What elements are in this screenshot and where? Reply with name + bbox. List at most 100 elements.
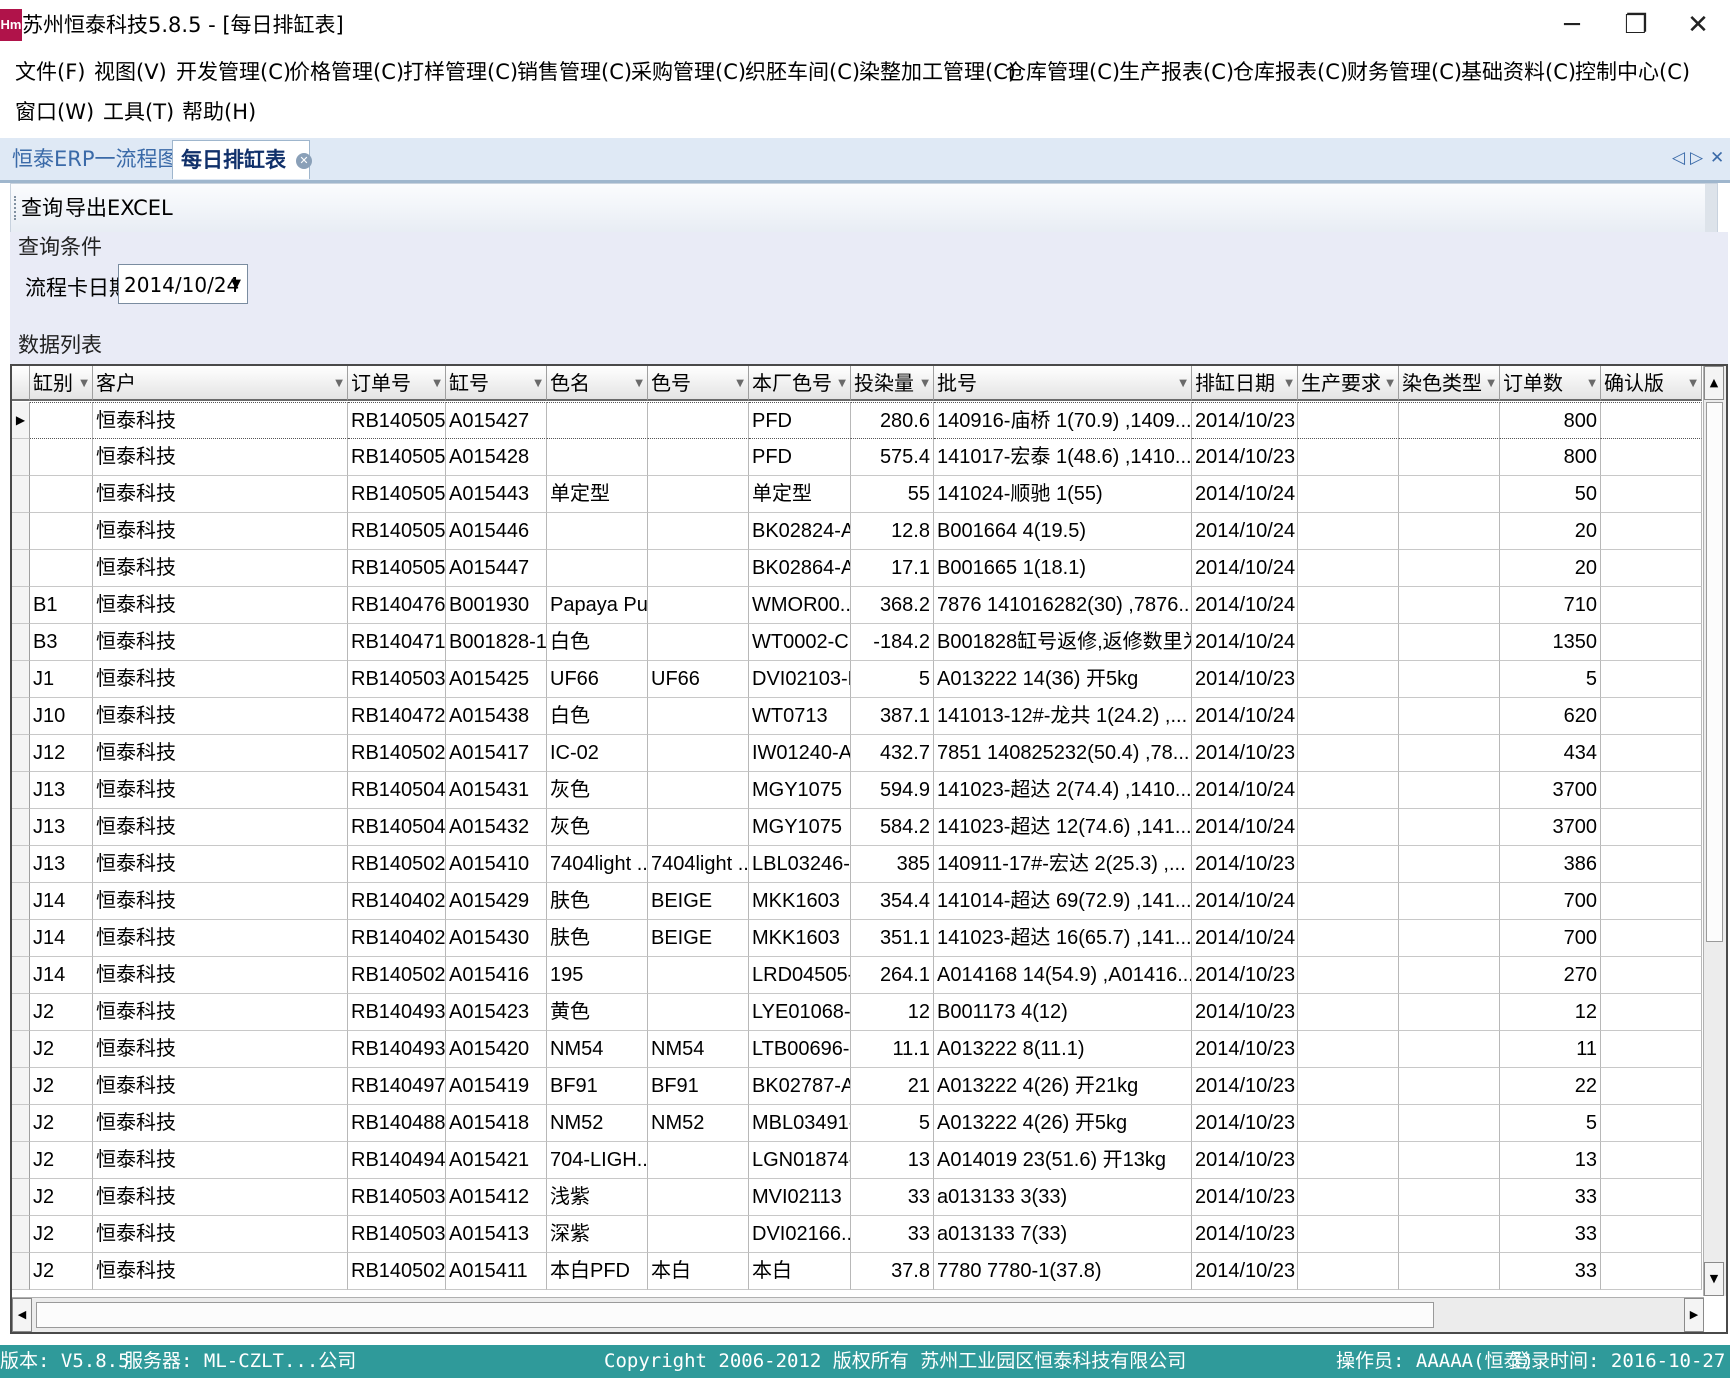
table-cell[interactable]: B3 <box>30 624 93 661</box>
table-cell[interactable]: 2014/10/23 <box>1192 661 1298 698</box>
table-row[interactable]: B1恒泰科技RB1404761B001930Papaya Pu... WMOR00… <box>12 587 1702 624</box>
row-selector[interactable] <box>12 809 30 846</box>
table-cell[interactable]: 恒泰科技 <box>93 402 348 439</box>
row-selector[interactable] <box>12 1142 30 1179</box>
table-cell[interactable]: J2 <box>30 1105 93 1142</box>
table-row[interactable]: J14恒泰科技RB1405026A015416195 LRD04505-A264.… <box>12 957 1702 994</box>
table-cell[interactable]: 2014/10/24 <box>1192 476 1298 513</box>
table-cell[interactable] <box>1601 439 1702 476</box>
table-cell[interactable] <box>1298 587 1399 624</box>
scroll-left-icon[interactable]: ◀ <box>12 1298 32 1332</box>
column-header[interactable]: 染色类型 ▼ <box>1399 366 1500 401</box>
table-cell[interactable] <box>1399 1068 1500 1105</box>
table-cell[interactable]: 恒泰科技 <box>93 1179 348 1216</box>
table-cell[interactable]: 354.4 <box>851 883 934 920</box>
table-cell[interactable]: A015428 <box>446 439 547 476</box>
table-cell[interactable]: A015443 <box>446 476 547 513</box>
table-cell[interactable] <box>1601 1216 1702 1253</box>
table-cell[interactable] <box>1399 957 1500 994</box>
filter-dropdown-icon[interactable]: ▼ <box>80 366 88 399</box>
chevron-down-icon[interactable]: ▼ <box>231 265 241 305</box>
table-cell[interactable]: UF66 <box>547 661 648 698</box>
table-cell[interactable]: 2014/10/24 <box>1192 698 1298 735</box>
table-row[interactable]: J2恒泰科技RB1404942A015421704-LIGH... LGN0187… <box>12 1142 1702 1179</box>
table-cell[interactable]: 2014/10/23 <box>1192 994 1298 1031</box>
table-cell[interactable]: RB1404715 <box>348 624 446 661</box>
menu-item[interactable]: 价格管理(C) <box>289 57 404 87</box>
table-cell[interactable] <box>1601 883 1702 920</box>
tab-daily-dye-schedule[interactable]: 每日排缸表 ✕ <box>172 140 312 179</box>
table-cell[interactable] <box>1399 1216 1500 1253</box>
filter-dropdown-icon[interactable]: ▼ <box>635 366 643 399</box>
table-cell[interactable] <box>1298 439 1399 476</box>
table-cell[interactable]: A015427 <box>446 402 547 439</box>
table-cell[interactable] <box>648 439 749 476</box>
row-selector[interactable] <box>12 698 30 735</box>
table-cell[interactable]: RB1405029 <box>348 1253 446 1290</box>
column-header[interactable]: 客户 ▼ <box>93 366 348 401</box>
table-cell[interactable]: RB1405058 <box>348 550 446 587</box>
table-cell[interactable] <box>1298 735 1399 772</box>
table-cell[interactable]: 黄色 <box>547 994 648 1031</box>
table-cell[interactable]: A014019 23(51.6) 开13kg <box>934 1142 1192 1179</box>
table-cell[interactable]: 深紫 <box>547 1216 648 1253</box>
table-cell[interactable]: 12.8 <box>851 513 934 550</box>
table-cell[interactable] <box>1298 883 1399 920</box>
table-row[interactable]: B3恒泰科技RB1404715B001828-1白色 WT0002-C-184.2… <box>12 624 1702 661</box>
scroll-down-icon[interactable]: ▼ <box>1704 1262 1724 1296</box>
table-cell[interactable] <box>1298 994 1399 1031</box>
row-selector[interactable] <box>12 957 30 994</box>
tab-next-icon[interactable]: ▷ <box>1690 145 1703 171</box>
table-cell[interactable] <box>648 735 749 772</box>
table-cell[interactable]: 432.7 <box>851 735 934 772</box>
table-cell[interactable]: A013222 8(11.1) <box>934 1031 1192 1068</box>
table-cell[interactable]: B001930 <box>446 587 547 624</box>
table-cell[interactable]: 20 <box>1500 550 1601 587</box>
table-cell[interactable]: J14 <box>30 957 93 994</box>
table-cell[interactable]: B001828-1 <box>446 624 547 661</box>
filter-dropdown-icon[interactable]: ▼ <box>838 366 846 399</box>
table-cell[interactable]: UF66 <box>648 661 749 698</box>
table-cell[interactable] <box>1601 550 1702 587</box>
menu-item[interactable]: 文件(F) <box>15 57 85 87</box>
table-row[interactable]: J14恒泰科技RB1404025A015430肤色BEIGEMKK1603351… <box>12 920 1702 957</box>
scroll-right-icon[interactable]: ▶ <box>1684 1298 1704 1332</box>
table-cell[interactable]: -184.2 <box>851 624 934 661</box>
table-cell[interactable] <box>1298 1068 1399 1105</box>
table-cell[interactable]: 141017-宏泰 1(48.6) ,1410... <box>934 439 1192 476</box>
row-selector[interactable] <box>12 735 30 772</box>
table-cell[interactable] <box>1601 957 1702 994</box>
table-cell[interactable]: 33 <box>851 1179 934 1216</box>
table-cell[interactable] <box>1298 624 1399 661</box>
horizontal-scroll-thumb[interactable] <box>36 1302 1434 1328</box>
table-cell[interactable]: RB1404934 <box>348 994 446 1031</box>
table-cell[interactable]: J13 <box>30 809 93 846</box>
menu-item[interactable]: 销售管理(C) <box>517 57 632 87</box>
table-cell[interactable] <box>1399 513 1500 550</box>
table-cell[interactable] <box>1399 1179 1500 1216</box>
table-cell[interactable]: RB1405030 <box>348 661 446 698</box>
table-cell[interactable]: J10 <box>30 698 93 735</box>
table-cell[interactable]: 800 <box>1500 402 1601 439</box>
table-cell[interactable] <box>1298 1105 1399 1142</box>
table-cell[interactable] <box>1601 1142 1702 1179</box>
table-cell[interactable] <box>648 513 749 550</box>
table-cell[interactable]: 22 <box>1500 1068 1601 1105</box>
table-cell[interactable]: DVI02103-D <box>749 661 851 698</box>
table-cell[interactable] <box>1399 1253 1500 1290</box>
table-cell[interactable]: A015413 <box>446 1216 547 1253</box>
table-cell[interactable]: A015418 <box>446 1105 547 1142</box>
table-cell[interactable]: PFD <box>749 402 851 439</box>
table-cell[interactable]: 141023-超达 12(74.6) ,141... <box>934 809 1192 846</box>
row-selector[interactable] <box>12 513 30 550</box>
row-selector[interactable] <box>12 920 30 957</box>
table-cell[interactable]: B001828缸号返修,返修数里为:'... <box>934 624 1192 661</box>
table-cell[interactable]: IW01240-A <box>749 735 851 772</box>
table-cell[interactable]: 2014/10/24 <box>1192 513 1298 550</box>
column-header[interactable]: 确认版 ▼ <box>1601 366 1702 401</box>
table-cell[interactable]: 140916-庙桥 1(70.9) ,1409... <box>934 402 1192 439</box>
table-cell[interactable] <box>1399 735 1500 772</box>
table-cell[interactable] <box>1399 883 1500 920</box>
table-cell[interactable]: 恒泰科技 <box>93 846 348 883</box>
minimize-button[interactable]: ─ <box>1540 6 1604 44</box>
